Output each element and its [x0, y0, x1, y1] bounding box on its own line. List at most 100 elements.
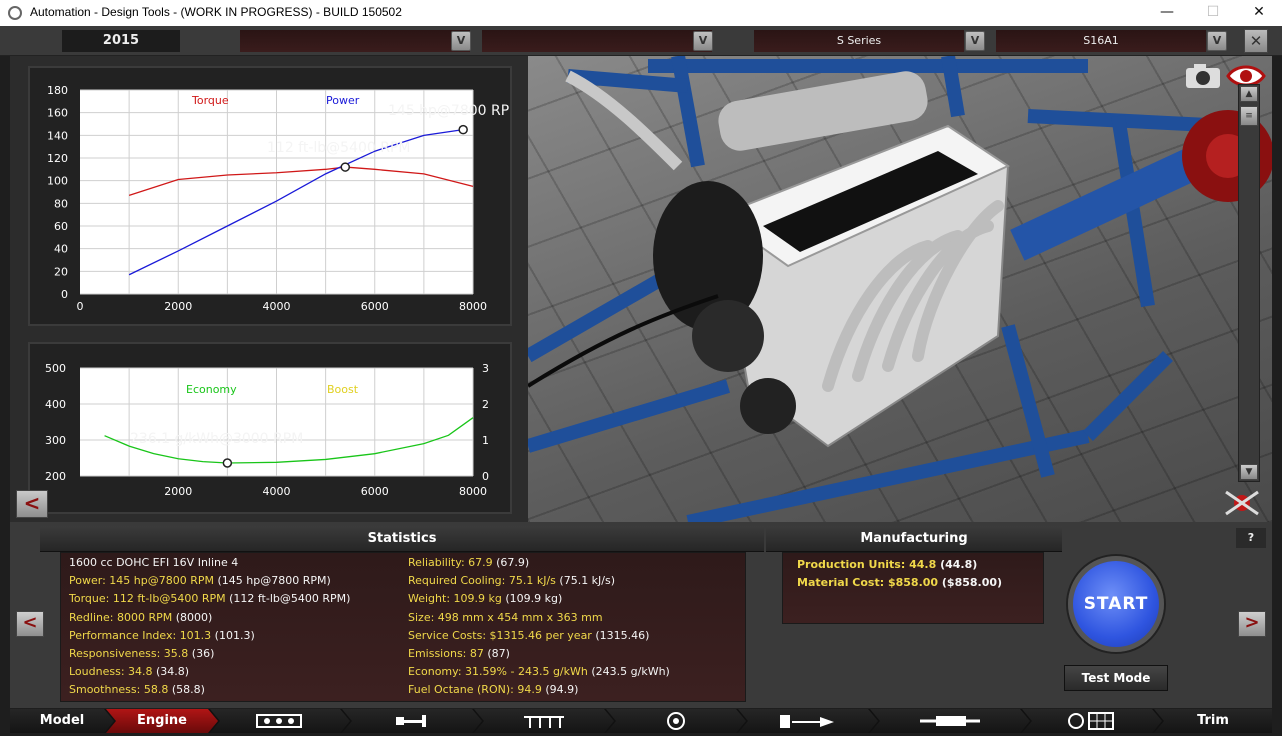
window-close-button[interactable]: ✕: [1236, 0, 1282, 26]
torque-peak-marker: [340, 162, 351, 172]
scroll-up-icon[interactable]: ▲: [1240, 86, 1258, 102]
stat-key: Required Cooling: 75.1 kJ/s: [408, 574, 556, 588]
stat-right-row: Required Cooling: 75.1 kJ/s (75.1 kJ/s): [408, 574, 615, 587]
stat-left-row: Loudness: 34.8 (34.8): [69, 665, 189, 678]
x-tick-label: 8000: [459, 300, 487, 313]
intake-plenum: [718, 71, 928, 151]
stat-right-row: Emissions: 87 (87): [408, 647, 510, 660]
tab-engine-label: Engine: [137, 713, 187, 728]
chart-back-button[interactable]: <: [16, 490, 48, 518]
stat-key: Service Costs: $1315.46 per year: [408, 628, 592, 642]
stat-key: Economy: 31.59% - 243.5 g/kWh: [408, 665, 588, 679]
tab-model[interactable]: Model: [10, 709, 114, 733]
driveshaft: [1010, 145, 1206, 261]
stat-key: Fuel Octane (RON): 94.9: [408, 683, 542, 697]
tab-fuel-system[interactable]: [738, 709, 878, 733]
economy-chart-frame: 500 400 300 200 3 2 1 0 2000 4000 6000 8000 236.1 g/…: [28, 342, 512, 514]
start-button[interactable]: START: [1068, 556, 1164, 652]
help-button[interactable]: ?: [1236, 528, 1266, 548]
stat-left-row: Responsiveness: 35.8 (36): [69, 647, 214, 660]
tab-engine-block[interactable]: [210, 709, 350, 733]
series-selector[interactable]: S Series: [754, 30, 964, 52]
charts-panel: 180 160 140 120 100 80 60 40 20 0 0 2000 4000 6000 800…: [10, 56, 528, 522]
stat-key: 1600 cc DOHC EFI 16V Inline 4: [69, 556, 239, 569]
app-window: Automation - Design Tools - (WORK IN PRO…: [0, 0, 1282, 736]
title-bar: Automation - Design Tools - (WORK IN PRO…: [0, 0, 1282, 26]
camera-icon[interactable]: [1184, 62, 1224, 90]
stat-key: Reliability: 67.9: [408, 556, 493, 569]
scroll-thumb[interactable]: ≡: [1240, 106, 1258, 126]
tab-ecu-tuning[interactable]: [1022, 709, 1162, 733]
engine-block-icon: [255, 713, 305, 729]
stat-value-prev: (1315.46): [591, 628, 650, 642]
stat-key: Loudness: 34.8: [69, 665, 153, 679]
stat-right-row: Size: 498 mm x 454 mm x 363 mm: [408, 611, 603, 624]
production-units: Production Units: 44.8 (44.8): [797, 558, 978, 571]
tab-bottom-end[interactable]: [342, 709, 482, 733]
tab-exhaust[interactable]: [870, 709, 1030, 733]
stat-key: Torque: 112 ft-lb@5400 RPM: [69, 592, 226, 606]
maximize-button[interactable]: ☐: [1190, 0, 1236, 26]
stat-value-prev: (112 ft-lb@5400 RPM): [225, 592, 351, 606]
tab-engine[interactable]: Engine: [106, 709, 218, 733]
stat-left-row: Power: 145 hp@7800 RPM (145 hp@7800 RPM): [69, 574, 331, 587]
y-tick-label: 40: [54, 243, 68, 256]
economy-min-marker: [222, 458, 233, 468]
tab-trim-label: Trim: [1197, 713, 1229, 728]
torque-peak-label: 112 ft-lb@5400 RPM: [267, 140, 411, 156]
window-title: Automation - Design Tools - (WORK IN PRO…: [30, 5, 402, 19]
tab-aspiration[interactable]: [606, 709, 746, 733]
stat-left-row: Performance Index: 101.3 (101.3): [69, 629, 255, 642]
minimize-button[interactable]: —: [1144, 0, 1190, 26]
chart-grid: [80, 367, 474, 477]
stat-value-prev: (94.9): [541, 683, 579, 697]
family-dropdown-button[interactable]: V: [451, 31, 471, 51]
scroll-down-icon[interactable]: ▼: [1240, 464, 1258, 480]
close-designer-button[interactable]: ✕: [1244, 29, 1268, 53]
legend-boost: Boost: [327, 383, 359, 396]
y2-tick-label: 2: [482, 398, 489, 411]
stat-right-row: Reliability: 67.9 (67.9): [408, 556, 529, 569]
engine-variant-selector[interactable]: S16A1: [996, 30, 1206, 52]
turbo-icon: [663, 711, 689, 731]
manufacturing-list: Production Units: 44.8 (44.8) Material C…: [782, 552, 1044, 624]
stat-right-row: Economy: 31.59% - 243.5 g/kWh (243.5 g/k…: [408, 665, 670, 678]
tab-model-label: Model: [39, 713, 85, 728]
engine-render: [528, 56, 1272, 522]
stat-right-row: Fuel Octane (RON): 94.9 (94.9): [408, 683, 578, 696]
y-tick-label: 60: [54, 220, 68, 233]
test-mode-button[interactable]: Test Mode: [1064, 665, 1168, 691]
y-tick-label: 180: [47, 84, 68, 97]
stat-key: Performance Index: 101.3: [69, 628, 212, 642]
year-selector[interactable]: 2015: [62, 30, 180, 52]
tab-trim[interactable]: Trim: [1154, 709, 1272, 733]
power-peak-label: 145 hp@7800 RPM: [388, 103, 510, 119]
y-tick-label: 140: [47, 129, 68, 142]
series-dropdown-button[interactable]: V: [965, 31, 985, 51]
selector-bar: 2015 V V S Series V S16A1 V ✕: [0, 26, 1282, 56]
reset-view-icon[interactable]: [1222, 488, 1262, 518]
stat-value-prev: (67.9): [492, 556, 530, 569]
engine-variant-dropdown-button[interactable]: V: [1207, 31, 1227, 51]
variant-family-dropdown-button[interactable]: V: [693, 31, 713, 51]
next-page-button[interactable]: >: [1238, 611, 1266, 637]
prev-page-button[interactable]: <: [16, 611, 44, 637]
x-tick-label: 2000: [164, 485, 192, 498]
x-tick-label: 8000: [459, 485, 487, 498]
engine-3d-viewport[interactable]: [528, 56, 1272, 522]
family-selector[interactable]: [240, 30, 470, 52]
stat-value-prev: (34.8): [152, 665, 190, 679]
x-tick-label: 4000: [263, 485, 291, 498]
stat-key: Power: 145 hp@7800 RPM: [69, 574, 214, 588]
stat-value-prev: (87): [483, 647, 510, 660]
stat-left-row: Smoothness: 58.8 (58.8): [69, 683, 205, 696]
y2-tick-label: 1: [482, 434, 489, 447]
y-tick-label: 80: [54, 197, 68, 210]
material-cost: Material Cost: $858.00 ($858.00): [797, 576, 1003, 589]
view-scrollbar[interactable]: [1238, 84, 1260, 482]
x-tick-label: 0: [77, 300, 84, 313]
variant-family-selector[interactable]: [482, 30, 712, 52]
x-tick-label: 2000: [164, 300, 192, 313]
tab-top-end[interactable]: [474, 709, 614, 733]
stat-value-prev: (145 hp@7800 RPM): [213, 574, 331, 588]
